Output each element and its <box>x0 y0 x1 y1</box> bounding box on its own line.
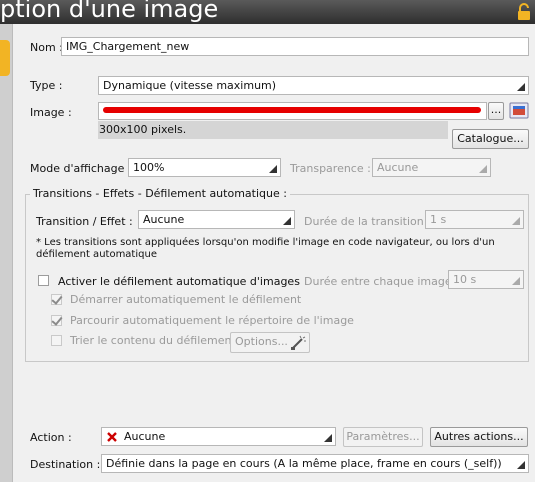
parcourir-label: Parcourir automatiquement le répertoire … <box>70 314 354 327</box>
effet-select[interactable]: Aucune <box>138 210 295 229</box>
activer-defilement-label: Activer le défilement automatique d'imag… <box>58 275 300 288</box>
chevron-down-icon <box>517 83 525 91</box>
lock-icon[interactable] <box>515 3 533 21</box>
left-accent-tab <box>0 40 10 76</box>
duree-image-label: Durée entre chaque image : <box>304 275 459 288</box>
duree-transition-value: 1 s <box>430 213 447 226</box>
chevron-down-icon <box>517 461 525 469</box>
autres-actions-button[interactable]: Autres actions... <box>430 427 528 447</box>
image-info-bar: 300x100 pixels. <box>98 121 448 139</box>
destination-label: Destination : <box>30 458 101 471</box>
window-title: ption d'une image <box>0 0 219 23</box>
chevron-down-icon <box>512 277 520 285</box>
mode-select-value: 100% <box>133 161 165 174</box>
transparence-label: Transparence : <box>290 162 371 175</box>
action-select[interactable]: Aucune <box>101 427 336 446</box>
activer-defilement-checkbox[interactable] <box>38 275 49 286</box>
transitions-note: * Les transitions sont appliquées lorsqu… <box>36 237 495 260</box>
chevron-down-icon <box>479 165 487 173</box>
left-strip <box>0 24 12 482</box>
parcourir-checkbox[interactable] <box>51 314 63 326</box>
browse-image-button[interactable]: ... <box>488 102 504 120</box>
nom-label: Nom : <box>30 41 63 54</box>
mode-label: Mode d'affichage : <box>30 162 132 175</box>
checkmark-icon <box>51 314 63 326</box>
type-select[interactable]: Dynamique (vitesse maximum) <box>98 76 529 95</box>
chevron-down-icon <box>512 217 520 225</box>
image-catalog-icon[interactable] <box>509 102 529 119</box>
wand-icon <box>291 335 306 350</box>
type-select-value: Dynamique (vitesse maximum) <box>103 79 277 92</box>
demarrer-checkbox[interactable] <box>51 293 63 305</box>
redaction-mark <box>103 107 481 113</box>
chevron-down-icon <box>269 165 277 173</box>
type-label: Type : <box>30 79 63 92</box>
checkmark-icon <box>51 293 63 305</box>
chevron-down-icon <box>283 217 291 225</box>
effet-label: Transition / Effet : <box>36 215 133 228</box>
form-panel: Nom : IMG_Chargement_new Type : Dynamiqu… <box>12 24 535 482</box>
action-label: Action : <box>30 431 72 444</box>
parametres-button[interactable]: Paramètres... <box>343 427 423 447</box>
image-path-input[interactable] <box>98 102 487 120</box>
chevron-down-icon <box>324 434 332 442</box>
destination-select[interactable]: Définie dans la page en cours (A la même… <box>101 454 529 473</box>
duree-transition-select[interactable]: 1 s <box>425 210 524 229</box>
duree-image-select[interactable]: 10 s <box>448 270 524 289</box>
mode-select[interactable]: 100% <box>128 158 281 177</box>
duree-image-value: 10 s <box>453 273 477 286</box>
transparence-select[interactable]: Aucune <box>372 158 491 177</box>
transitions-group-title: Transitions - Effets - Défilement automa… <box>30 187 290 200</box>
nom-input[interactable]: IMG_Chargement_new <box>61 37 529 56</box>
image-label: Image : <box>30 106 72 119</box>
image-size-text: 300x100 pixels. <box>99 123 187 136</box>
trier-label: Trier le contenu du défilement <box>70 334 236 347</box>
effet-select-value: Aucune <box>143 213 185 226</box>
options-button[interactable]: Options... <box>230 332 310 353</box>
duree-transition-label: Durée de la transition : <box>304 215 431 228</box>
no-action-icon <box>107 432 117 442</box>
trier-checkbox[interactable] <box>51 335 62 346</box>
transparence-select-value: Aucune <box>377 161 419 174</box>
title-bar: ption d'une image <box>0 0 535 24</box>
destination-select-value: Définie dans la page en cours (A la même… <box>106 457 502 470</box>
action-select-value: Aucune <box>124 430 166 443</box>
options-button-label: Options... <box>235 335 288 348</box>
catalogue-button[interactable]: Catalogue... <box>452 129 529 149</box>
demarrer-label: Démarrer automatiquement le défilement <box>70 293 302 306</box>
